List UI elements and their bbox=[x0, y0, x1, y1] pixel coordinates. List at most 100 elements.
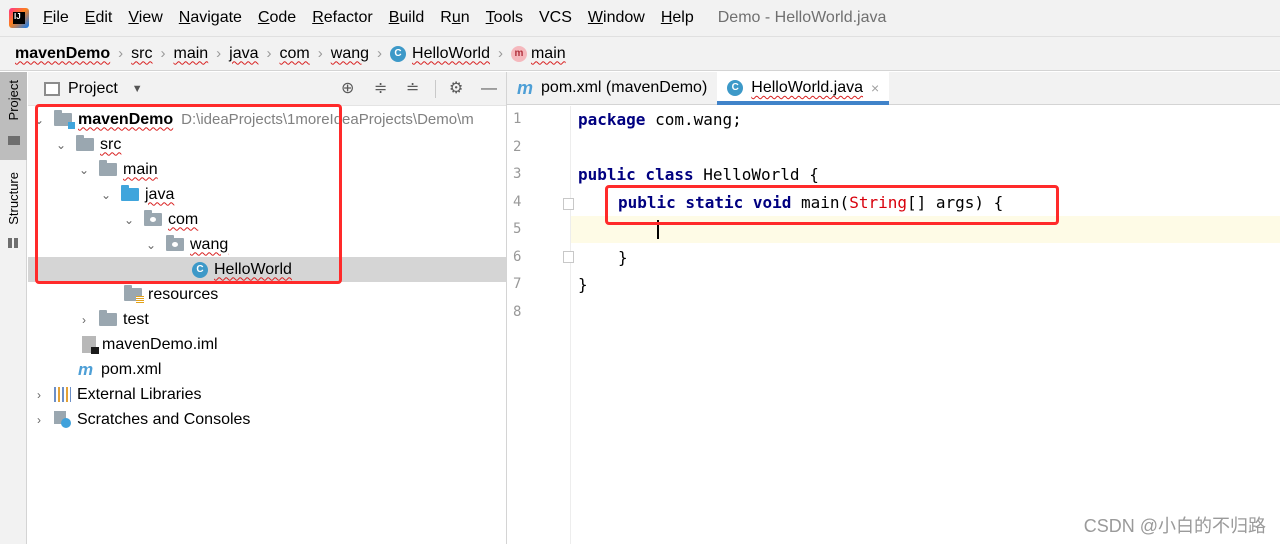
project-panel-title[interactable]: Project bbox=[68, 80, 118, 98]
folder-icon bbox=[99, 160, 117, 176]
breadcrumb-item-mavendemo[interactable]: mavenDemo bbox=[15, 45, 110, 63]
line-number: 7 bbox=[513, 276, 522, 292]
expand-all-icon[interactable]: ≑ bbox=[374, 80, 387, 98]
structure-tool-button[interactable]: Structure bbox=[0, 164, 27, 254]
menu-help[interactable]: Help bbox=[653, 0, 702, 36]
breadcrumb: mavenDemo › src › main › java › com › wa… bbox=[0, 36, 1280, 71]
java-class-icon: C bbox=[390, 45, 407, 62]
code-line-1: package com.wang; bbox=[578, 110, 742, 129]
chevron-right-icon: › bbox=[160, 45, 166, 62]
breadcrumb-item-helloworld[interactable]: C HelloWorld bbox=[390, 45, 490, 63]
menu-file[interactable]: File bbox=[35, 0, 77, 36]
tree-row-java[interactable]: ⌄ java bbox=[28, 182, 506, 207]
menu-vcs[interactable]: VCS bbox=[531, 0, 580, 36]
menu-refactor[interactable]: Refactor bbox=[304, 0, 380, 36]
menu-window[interactable]: Window bbox=[580, 0, 653, 36]
tree-row-com[interactable]: ⌄ com bbox=[28, 207, 506, 232]
java-class-icon: C bbox=[192, 261, 208, 278]
project-tool-label: Project bbox=[6, 80, 21, 121]
maven-file-icon: m bbox=[78, 359, 94, 379]
folder-icon bbox=[99, 310, 117, 326]
code-line-4: public static void main(String[] args) { bbox=[618, 193, 1004, 212]
breadcrumb-item-main-method[interactable]: m main bbox=[510, 45, 566, 63]
tree-row-mavendemo[interactable]: ⌄ mavenDemo D:\ideaProjects\1moreIdeaPro… bbox=[28, 107, 506, 132]
tree-row-resources[interactable]: resources bbox=[28, 282, 506, 307]
project-tool-button[interactable]: Project bbox=[0, 72, 27, 160]
minimize-icon[interactable]: — bbox=[481, 80, 497, 98]
chevron-right-icon[interactable]: › bbox=[77, 313, 91, 327]
maven-file-icon: m bbox=[517, 77, 534, 98]
code-line-7: } bbox=[578, 275, 588, 294]
tool-window-stripe: Project Structure bbox=[0, 72, 27, 544]
tree-row-mavendemo-iml[interactable]: mavenDemo.iml bbox=[28, 332, 506, 357]
chevron-down-icon[interactable]: ⌄ bbox=[54, 138, 68, 152]
tree-row-wang[interactable]: ⌄ wang bbox=[28, 232, 506, 257]
close-icon[interactable]: × bbox=[871, 80, 879, 96]
menu-code[interactable]: Code bbox=[250, 0, 304, 36]
chevron-right-icon[interactable]: › bbox=[32, 388, 46, 402]
gear-icon[interactable]: ⚙ bbox=[449, 80, 463, 98]
tree-row-pom-xml[interactable]: m pom.xml bbox=[28, 357, 506, 382]
iml-file-icon bbox=[82, 336, 99, 354]
chevron-down-icon[interactable]: ▼ bbox=[132, 83, 143, 95]
chevron-right-icon: › bbox=[118, 45, 124, 62]
chevron-down-icon[interactable]: ⌄ bbox=[99, 188, 113, 202]
chevron-right-icon[interactable]: › bbox=[32, 413, 46, 427]
tree-row-external-libraries[interactable]: › External Libraries bbox=[28, 382, 506, 407]
breadcrumb-item-src[interactable]: src bbox=[131, 45, 152, 63]
package-icon bbox=[166, 235, 184, 251]
collapse-all-icon[interactable]: ≐ bbox=[406, 80, 419, 98]
scratches-icon bbox=[54, 411, 71, 428]
line-number: 3 bbox=[513, 166, 522, 182]
chevron-right-icon: › bbox=[317, 45, 323, 62]
module-folder-icon bbox=[54, 110, 75, 129]
chevron-down-icon[interactable]: ⌄ bbox=[32, 113, 46, 127]
project-view-icon bbox=[44, 81, 60, 96]
breadcrumb-item-com[interactable]: com bbox=[280, 45, 310, 63]
editor-area: m pom.xml (mavenDemo) C HelloWorld.java … bbox=[507, 72, 1280, 544]
package-icon bbox=[144, 210, 162, 226]
line-number-gutter: 1 2 3 4 5 6 7 8 bbox=[507, 106, 574, 544]
tree-row-helloworld[interactable]: C HelloWorld bbox=[28, 257, 506, 282]
menu-edit[interactable]: Edit bbox=[77, 0, 121, 36]
folder-icon bbox=[76, 135, 94, 151]
line-number: 8 bbox=[513, 304, 522, 320]
current-line-highlight bbox=[571, 216, 1280, 243]
line-number: 6 bbox=[513, 249, 522, 265]
line-number: 1 bbox=[513, 111, 522, 127]
tree-row-src[interactable]: ⌄ src bbox=[28, 132, 506, 157]
chevron-right-icon: › bbox=[497, 45, 503, 62]
menu-build[interactable]: Build bbox=[381, 0, 433, 36]
breadcrumb-item-wang[interactable]: wang bbox=[331, 45, 369, 63]
window-title: Demo - HelloWorld.java bbox=[717, 9, 887, 26]
structure-icon bbox=[8, 238, 18, 248]
line-number: 2 bbox=[513, 139, 522, 155]
chevron-down-icon[interactable]: ⌄ bbox=[77, 163, 91, 177]
tree-row-scratches[interactable]: › Scratches and Consoles bbox=[28, 407, 506, 432]
tree-row-test[interactable]: › test bbox=[28, 307, 506, 332]
code-editor[interactable]: package com.wang; public class HelloWorl… bbox=[571, 106, 1280, 544]
line-number: 5 bbox=[513, 221, 522, 237]
chevron-down-icon[interactable]: ⌄ bbox=[144, 238, 158, 252]
locate-icon[interactable]: ⊕ bbox=[341, 80, 354, 98]
tab-helloworld-java[interactable]: C HelloWorld.java × bbox=[717, 72, 890, 105]
source-folder-icon bbox=[121, 185, 139, 201]
toolbar-divider bbox=[435, 80, 436, 98]
menu-tools[interactable]: Tools bbox=[478, 0, 531, 36]
resources-folder-icon bbox=[124, 285, 144, 303]
breadcrumb-item-main[interactable]: main bbox=[173, 45, 208, 63]
project-panel: Project ▼ ⊕ ≑ ≐ ⚙ — ⌄ mavenDemo D:\ideaP… bbox=[28, 72, 507, 544]
tree-row-main[interactable]: ⌄ main bbox=[28, 157, 506, 182]
menu-view[interactable]: View bbox=[120, 0, 170, 36]
java-class-icon: C bbox=[727, 80, 744, 96]
chevron-right-icon: › bbox=[377, 45, 383, 62]
menu-navigate[interactable]: Navigate bbox=[171, 0, 250, 36]
breadcrumb-item-java[interactable]: java bbox=[229, 45, 258, 63]
tab-pom-xml[interactable]: m pom.xml (mavenDemo) bbox=[507, 72, 717, 104]
editor-tabs: m pom.xml (mavenDemo) C HelloWorld.java … bbox=[507, 72, 1280, 105]
chevron-down-icon[interactable]: ⌄ bbox=[122, 213, 136, 227]
menu-run[interactable]: Run bbox=[432, 0, 477, 36]
text-caret bbox=[657, 220, 659, 239]
libraries-icon bbox=[54, 387, 71, 402]
method-icon: m bbox=[510, 45, 527, 62]
